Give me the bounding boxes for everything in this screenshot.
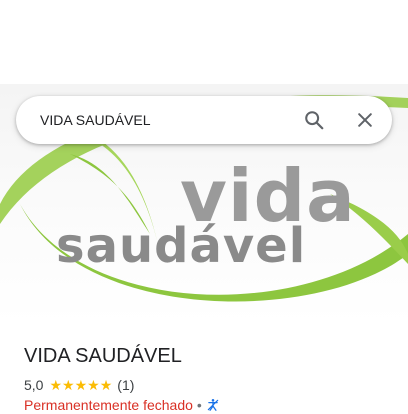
star-icon: ★	[62, 377, 75, 393]
clear-search-button[interactable]	[349, 104, 381, 136]
business-status: Permanentemente fechado	[24, 397, 193, 413]
star-icon: ★	[87, 377, 100, 393]
top-blank-area	[0, 0, 408, 84]
place-info-panel: VIDA SAUDÁVEL 5,0 ★ ★ ★ ★ ★ (1) Permanen…	[0, 324, 408, 413]
star-icon: ★	[49, 377, 63, 393]
search-button[interactable]	[298, 104, 330, 136]
star-rating: ★ ★ ★ ★ ★	[49, 378, 112, 392]
star-icon: ★	[99, 377, 113, 393]
status-row: Permanentemente fechado •	[24, 396, 220, 414]
star-icon: ★	[74, 377, 88, 393]
rating-value: 5,0	[24, 377, 44, 393]
search-icon	[305, 111, 324, 130]
place-title: VIDA SAUDÁVEL	[24, 345, 182, 367]
review-count[interactable]: (1)	[117, 377, 134, 393]
accessibility-icon	[207, 399, 219, 411]
separator-dot: •	[196, 397, 202, 413]
search-input[interactable]: VIDA SAUDÁVEL	[40, 96, 151, 144]
close-icon	[358, 113, 372, 127]
rating-row[interactable]: 5,0 ★ ★ ★ ★ ★ (1)	[24, 376, 134, 394]
logo-text-saudavel: saudável	[56, 218, 307, 274]
search-bar[interactable]: VIDA SAUDÁVEL	[16, 96, 392, 144]
